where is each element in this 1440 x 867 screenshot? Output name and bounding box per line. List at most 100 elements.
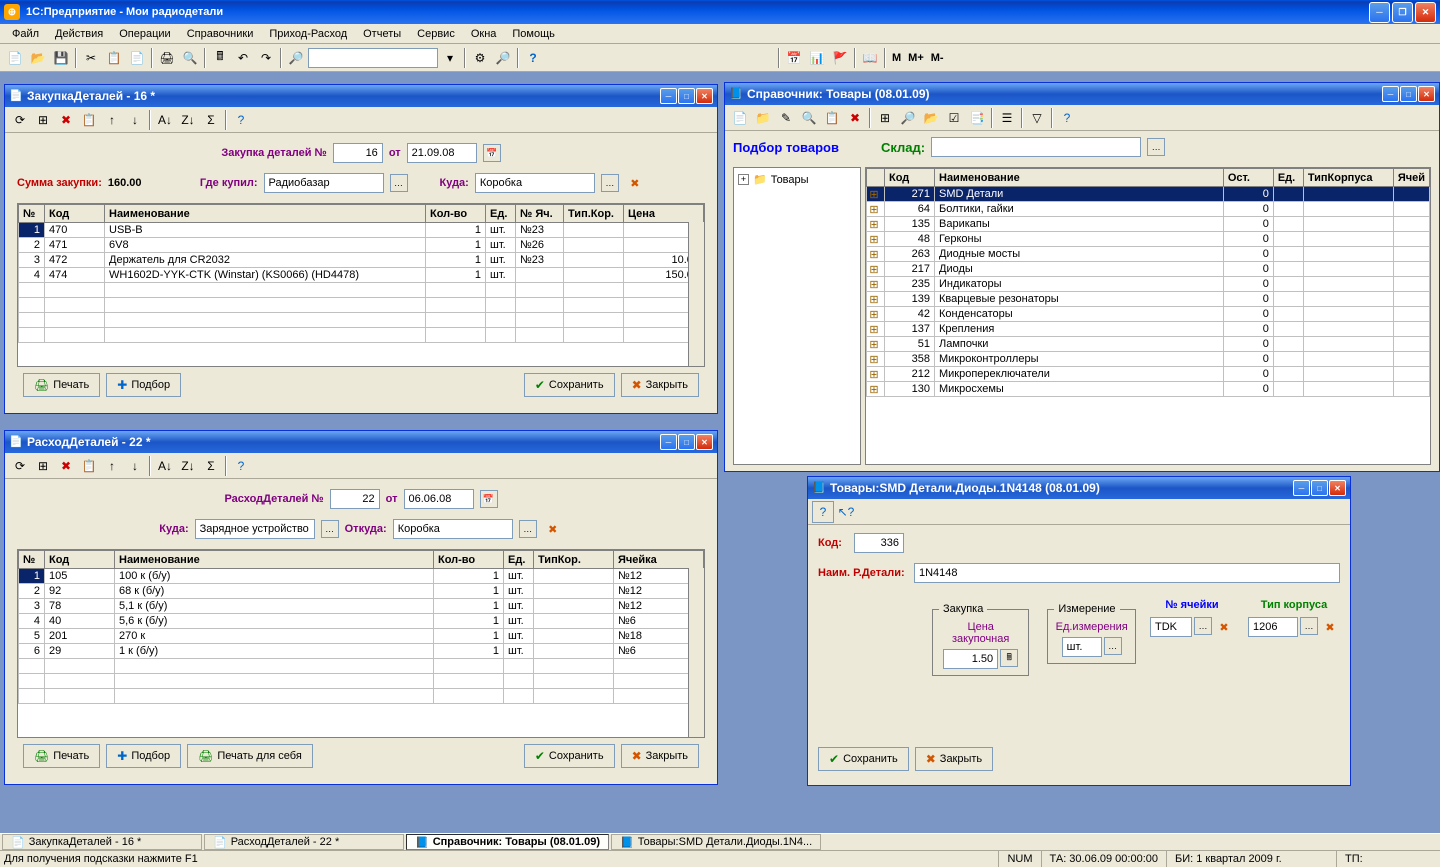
- col-price[interactable]: Цена: [624, 205, 704, 223]
- expense-table[interactable]: № Код Наименование Кол-во Ед. ТипКор. Яч…: [17, 549, 705, 738]
- table-row[interactable]: 139Кварцевые резонаторы0: [867, 292, 1430, 307]
- item-name-input[interactable]: [914, 563, 1340, 583]
- task-button-2[interactable]: 📄РасходДеталей - 22 *: [204, 834, 404, 850]
- col-code[interactable]: Код: [45, 205, 105, 223]
- expand-icon[interactable]: [867, 323, 881, 336]
- table-row[interactable]: [19, 659, 704, 674]
- col-num[interactable]: №: [19, 205, 45, 223]
- paste-icon[interactable]: 📄: [126, 47, 148, 69]
- directory-table[interactable]: Код Наименование Ост. Ед. ТипКорпуса Яче…: [865, 167, 1431, 465]
- table-row[interactable]: [19, 298, 704, 313]
- tb-view-icon[interactable]: 🔍: [798, 107, 820, 129]
- menu-file[interactable]: Файл: [4, 26, 47, 42]
- kuda-input[interactable]: [475, 173, 595, 193]
- cut-icon[interactable]: ✂: [80, 47, 102, 69]
- item-code-input[interactable]: [854, 533, 904, 553]
- table-row[interactable]: 217Диоды0: [867, 262, 1430, 277]
- col-icon[interactable]: [867, 169, 885, 187]
- warehouse-input[interactable]: [931, 137, 1141, 157]
- dir-minimize-button[interactable]: ─: [1382, 86, 1399, 102]
- tb-help-icon[interactable]: ?: [230, 455, 252, 477]
- menu-actions[interactable]: Действия: [47, 26, 111, 42]
- expand-icon[interactable]: [867, 293, 881, 306]
- tb-select-icon[interactable]: ☑: [943, 107, 965, 129]
- table-row[interactable]: 135Варикапы0: [867, 217, 1430, 232]
- tb-copy-icon[interactable]: 📋: [78, 109, 100, 131]
- calc-icon[interactable]: 🖩: [209, 47, 231, 69]
- memory-m-button[interactable]: M: [889, 52, 904, 64]
- help-icon[interactable]: ?: [522, 47, 544, 69]
- undo-icon[interactable]: ↶: [232, 47, 254, 69]
- item-titlebar[interactable]: 📘 Товары:SMD Детали.Диоды.1N4148 (08.01.…: [808, 477, 1350, 499]
- tb-refresh-icon[interactable]: ⟳: [9, 455, 31, 477]
- table-row[interactable]: 4405,6 к (б/у)1шт.№6: [19, 614, 704, 629]
- body-clear-icon[interactable]: ✖: [1320, 617, 1340, 637]
- table-row[interactable]: 212Микропереключатели0: [867, 367, 1430, 382]
- tb-move-icon[interactable]: 📂: [920, 107, 942, 129]
- cell-select-icon[interactable]: …: [1194, 617, 1212, 635]
- calendar-picker-icon[interactable]: 📅: [480, 490, 498, 508]
- task-button-1[interactable]: 📄ЗакупкаДеталей - 16 *: [2, 834, 202, 850]
- tb-hier-icon[interactable]: ⊞: [874, 107, 896, 129]
- calendar-icon[interactable]: 📅: [783, 47, 805, 69]
- menu-operations[interactable]: Операции: [111, 26, 178, 42]
- col-body[interactable]: Тип.Кор.: [564, 205, 624, 223]
- calendar-picker-icon[interactable]: 📅: [483, 144, 501, 162]
- expand-icon[interactable]: [867, 263, 881, 276]
- expense-minimize-button[interactable]: ─: [660, 434, 677, 450]
- col-name[interactable]: Наименование: [105, 205, 426, 223]
- item-minimize-button[interactable]: ─: [1293, 480, 1310, 496]
- expand-icon[interactable]: [867, 218, 881, 231]
- expand-icon[interactable]: [867, 353, 881, 366]
- cell-input[interactable]: [1150, 617, 1192, 637]
- exp-doc-num-input[interactable]: [330, 489, 380, 509]
- table-row[interactable]: [19, 313, 704, 328]
- col-body[interactable]: ТипКор.: [534, 551, 614, 569]
- exp-otkuda-input[interactable]: [393, 519, 513, 539]
- date-input[interactable]: [407, 143, 477, 163]
- tb-up-icon[interactable]: ↑: [101, 109, 123, 131]
- tb-new-icon[interactable]: 📄: [729, 107, 751, 129]
- col-name[interactable]: Наименование: [935, 169, 1224, 187]
- expense-titlebar[interactable]: 📄 РасходДеталей - 22 * ─ □ ✕: [5, 431, 717, 453]
- col-bodytype[interactable]: ТипКорпуса: [1303, 169, 1393, 187]
- table-row[interactable]: 130Микросхемы0: [867, 382, 1430, 397]
- tool-icon-1[interactable]: ⚙: [469, 47, 491, 69]
- tb-help-icon[interactable]: ?: [812, 501, 834, 523]
- purchase-titlebar[interactable]: 📄 ЗакупкаДеталей - 16 * ─ □ ✕: [5, 85, 717, 107]
- col-name[interactable]: Наименование: [115, 551, 434, 569]
- col-cell[interactable]: Ячей: [1393, 169, 1429, 187]
- tb-history-icon[interactable]: 📑: [966, 107, 988, 129]
- search-icon[interactable]: 🔎: [285, 47, 307, 69]
- table-row[interactable]: 6291 к (б/у)1шт.№6: [19, 644, 704, 659]
- where-select-icon[interactable]: …: [390, 174, 408, 192]
- tb-up-icon[interactable]: ↑: [101, 455, 123, 477]
- scrollbar[interactable]: [688, 568, 704, 737]
- col-unit[interactable]: Ед.: [504, 551, 534, 569]
- col-unit[interactable]: Ед.: [1273, 169, 1303, 187]
- table-row[interactable]: [19, 283, 704, 298]
- close-button[interactable]: ✖Закрыть: [621, 373, 699, 397]
- doc-num-input[interactable]: [333, 143, 383, 163]
- tb-filter-icon[interactable]: ▽: [1026, 107, 1048, 129]
- tb-down-icon[interactable]: ↓: [124, 109, 146, 131]
- menu-help[interactable]: Помощь: [504, 26, 563, 42]
- item-close-button[interactable]: ✖Закрыть: [915, 747, 993, 771]
- table-row[interactable]: 271SMD Детали0: [867, 187, 1430, 202]
- tb-refresh-icon[interactable]: ⟳: [9, 109, 31, 131]
- table-row[interactable]: 235Индикаторы0: [867, 277, 1430, 292]
- tb-delete-icon[interactable]: ✖: [55, 109, 77, 131]
- memory-mplus-button[interactable]: M+: [905, 52, 927, 64]
- tb-find-icon[interactable]: 🔎: [897, 107, 919, 129]
- app-close-button[interactable]: ✕: [1415, 2, 1436, 23]
- tb-sort-za-icon[interactable]: Z↓: [177, 455, 199, 477]
- col-num[interactable]: №: [19, 551, 45, 569]
- menu-reports[interactable]: Отчеты: [355, 26, 409, 42]
- expand-icon[interactable]: [867, 278, 881, 291]
- expand-icon[interactable]: [867, 308, 881, 321]
- purchase-maximize-button[interactable]: □: [678, 88, 695, 104]
- menu-service[interactable]: Сервис: [409, 26, 463, 42]
- expense-close-button[interactable]: ✕: [696, 434, 713, 450]
- col-qty[interactable]: Кол-во: [434, 551, 504, 569]
- tb-sum-icon[interactable]: Σ: [200, 455, 222, 477]
